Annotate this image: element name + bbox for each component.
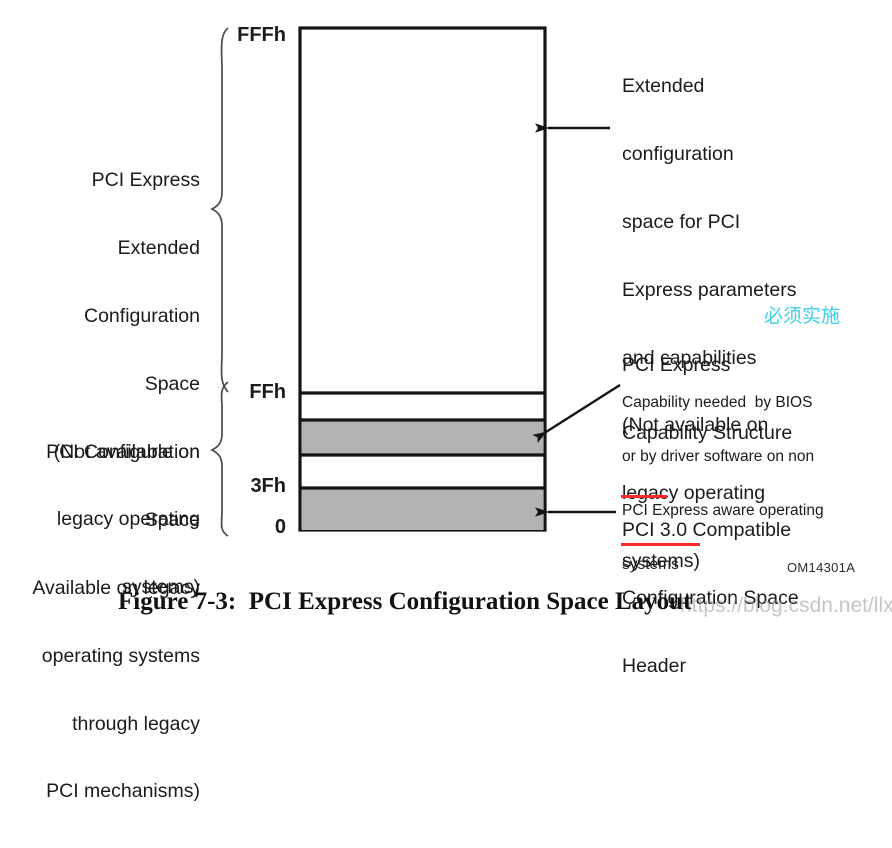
- region-pci30-header-band: [300, 486, 545, 530]
- left-label-legacy-line-2: Space: [144, 509, 200, 532]
- figure-canvas: FFFh FFh 3Fh 0 PCI Express Extended Conf…: [0, 0, 892, 802]
- left-label-legacy-config: PCI Configuration Space Available on leg…: [0, 396, 200, 848]
- region-capability-band: [300, 418, 545, 457]
- left-label-legacy-line-6: PCI mechanisms): [46, 780, 200, 803]
- left-label-extended-line-1: PCI Express: [91, 169, 200, 192]
- left-label-extended-line-4: Space: [144, 372, 200, 395]
- left-label-extended-line-2: Extended: [117, 237, 200, 260]
- annotation-extended-line-4: Express parameters: [622, 278, 797, 301]
- left-label-legacy-line-1: PCI Configuration: [46, 441, 200, 464]
- site-watermark: https://blog.csdn.net/llxxyy507: [680, 594, 892, 617]
- bracket-legacy-config: [210, 381, 229, 537]
- annotation-pci30-line1-rest: 3.0 Compatible: [654, 519, 792, 542]
- annotation-extended-line-1: Extended: [622, 75, 705, 98]
- figure-code: OM14301A: [787, 560, 856, 575]
- annotation-pci30-line-3: Header: [622, 654, 686, 677]
- red-underline-pci: [621, 495, 667, 498]
- annotation-capability-body-line-1: Capability needed by BIOS: [622, 393, 813, 411]
- annotation-pci30-line-1: PCI 3.0 Compatible: [622, 519, 892, 542]
- bracket-extended-config: [210, 27, 229, 393]
- annotation-pci30-underlined-pci: PCI: [622, 519, 655, 542]
- annotation-extended-line-2: configuration: [622, 143, 734, 166]
- annotation-cjk-note: 必须实施: [764, 305, 841, 327]
- address-label-fffh: FFFh: [237, 24, 286, 46]
- annotation-extended-line-3: space for PCI: [622, 210, 741, 233]
- callout-arrow-capability: [532, 383, 621, 444]
- left-label-legacy-line-5: through legacy: [72, 712, 200, 735]
- annotation-capability-body-line-2: or by driver software on non: [622, 447, 815, 465]
- red-underline-header: [621, 543, 700, 546]
- left-label-extended-line-3: Configuration: [84, 304, 200, 327]
- left-label-legacy-line-4: operating systems: [41, 644, 200, 667]
- figure-caption: Figure 7-3: PCI Express Configuration Sp…: [118, 588, 692, 615]
